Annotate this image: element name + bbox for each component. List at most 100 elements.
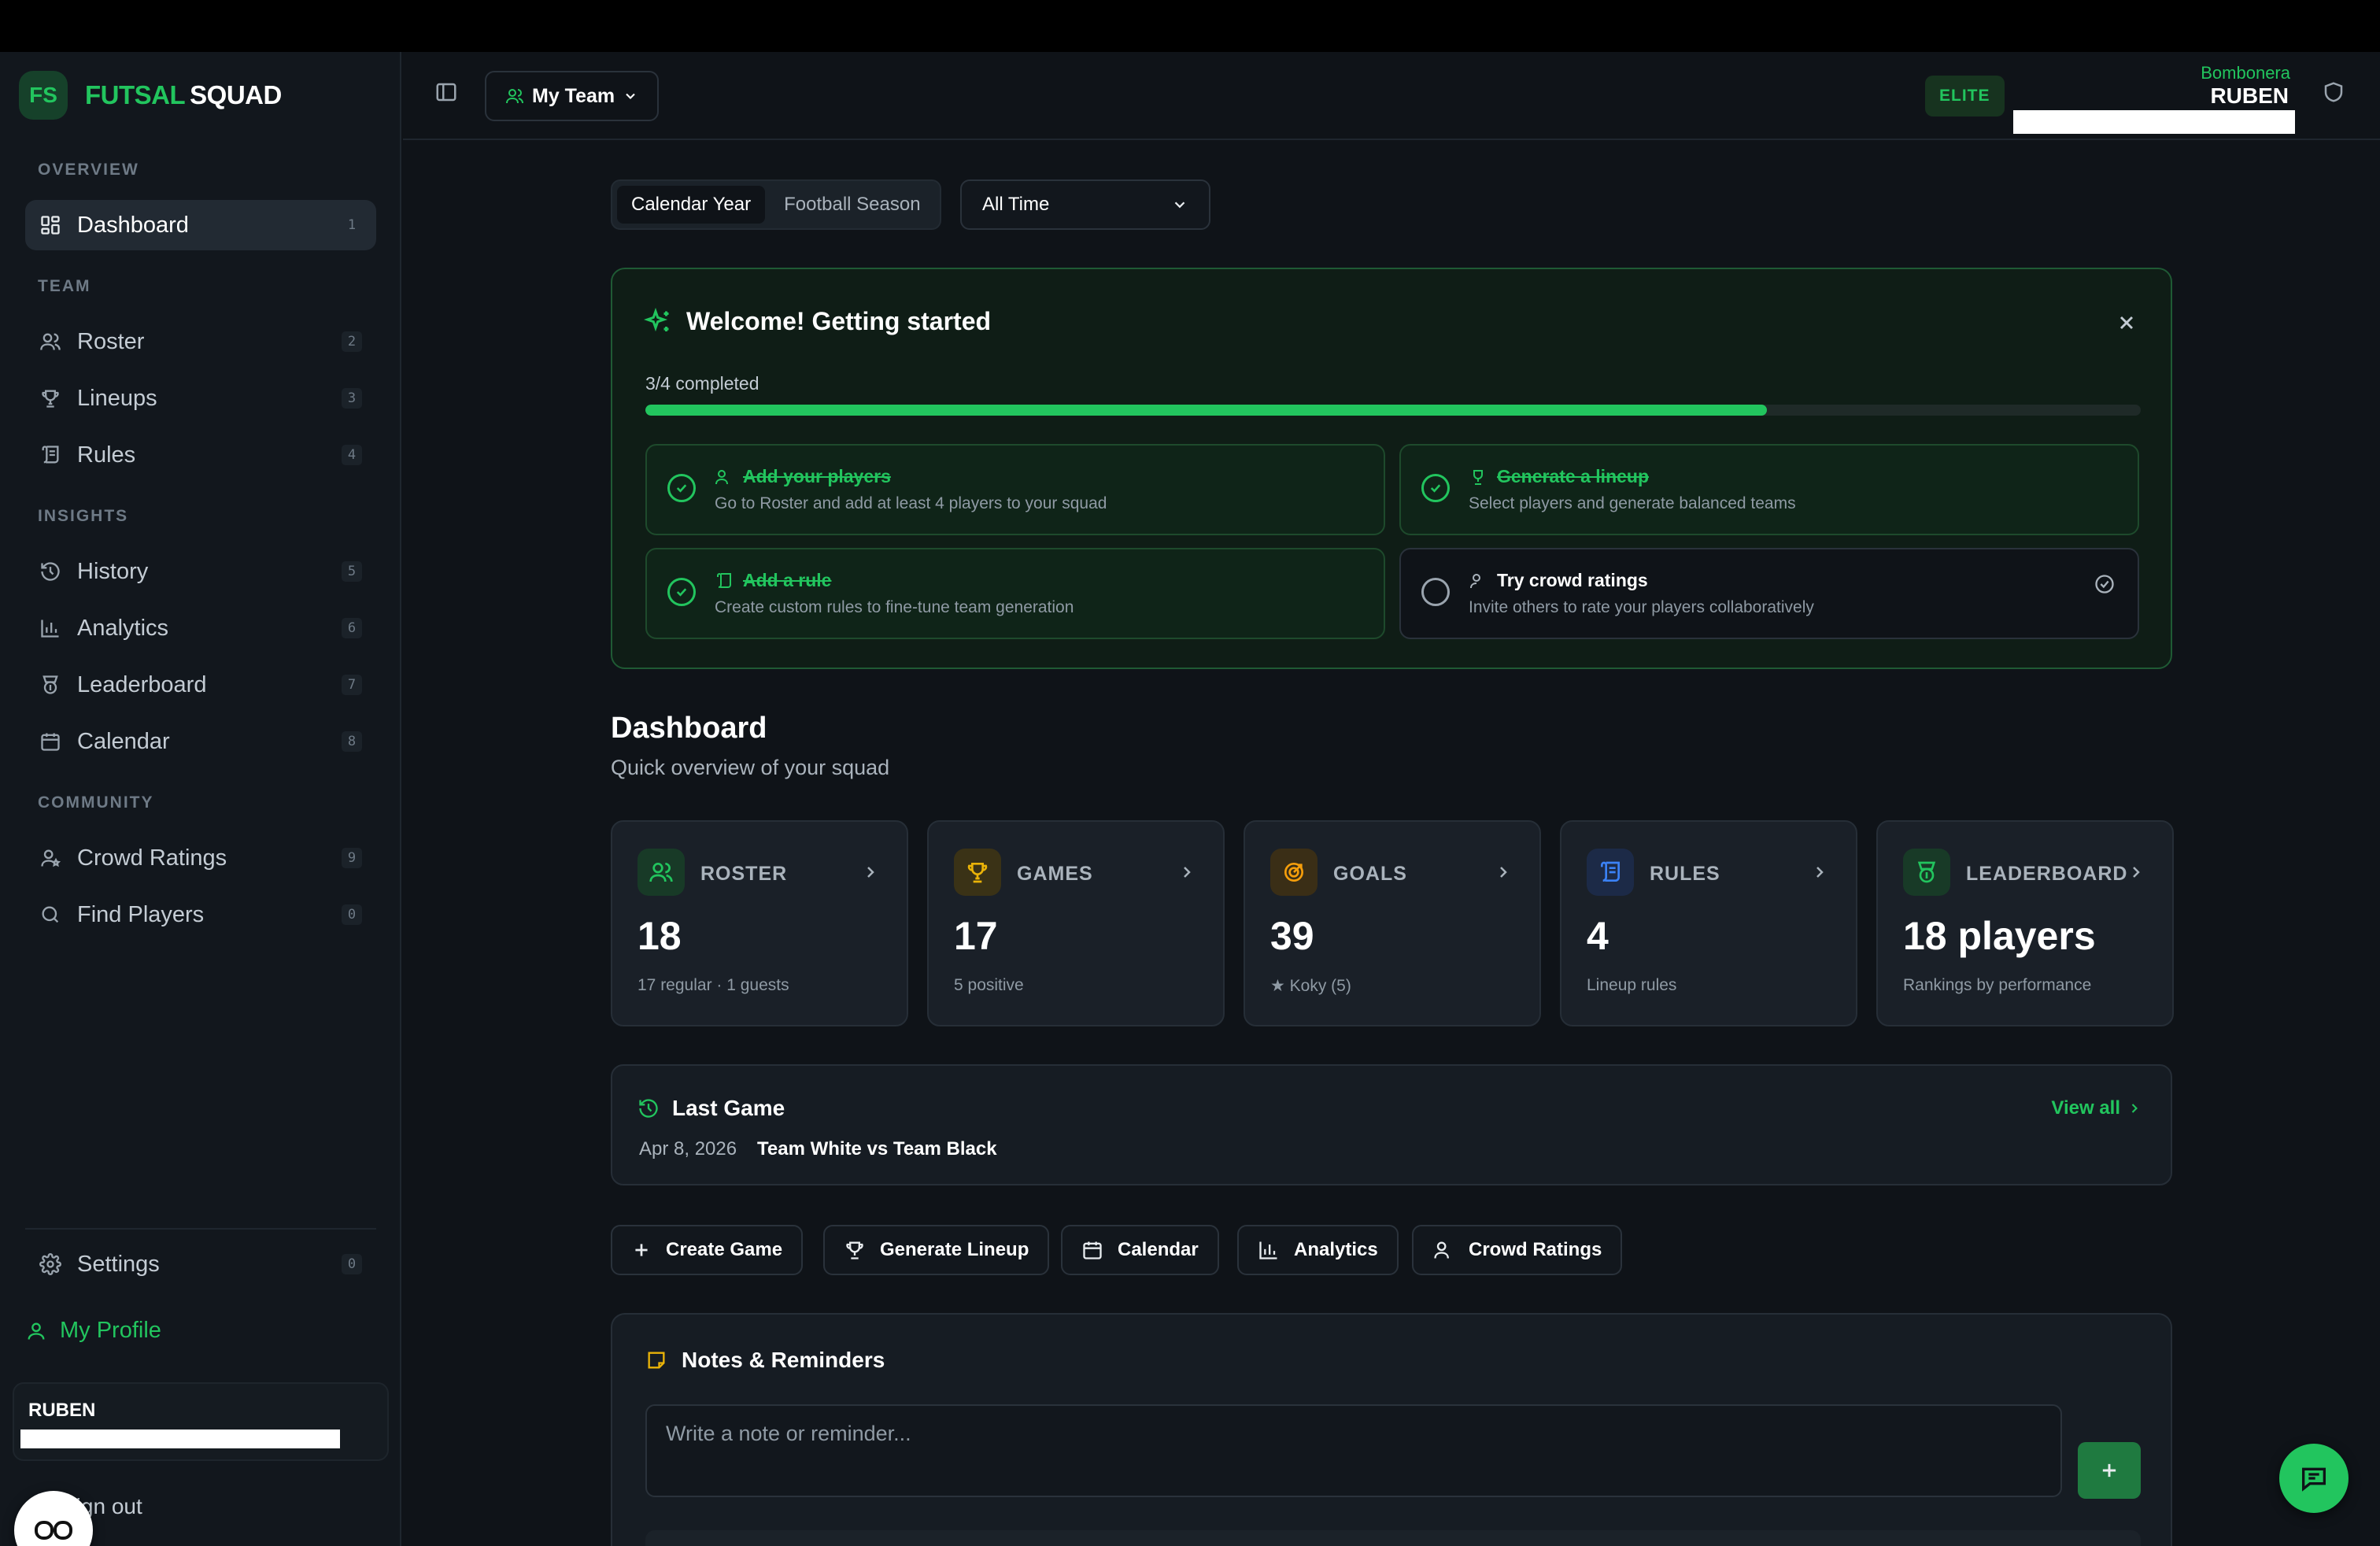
sidebar-toggle-icon[interactable] [434, 80, 458, 104]
task-title: Add your players [743, 466, 891, 486]
task-title: Try crowd ratings [1497, 570, 1648, 590]
medal-icon [1903, 849, 1950, 896]
chat-icon [2298, 1463, 2330, 1494]
sparkles-icon [644, 307, 672, 336]
divider [25, 1228, 376, 1230]
card-label: RULES [1650, 863, 1720, 885]
section-community: COMMUNITY [38, 793, 154, 812]
user-card[interactable]: RUBEN [13, 1382, 389, 1461]
sidebar-item-crowd-ratings[interactable]: Crowd Ratings 9 [25, 833, 376, 883]
my-profile-label: My Profile [60, 1318, 161, 1343]
analytics-button[interactable]: Analytics [1237, 1225, 1399, 1275]
sidebar-item-history[interactable]: History 5 [25, 546, 376, 597]
sidebar-item-settings[interactable]: Settings 0 [25, 1239, 376, 1289]
sidebar-item-rules[interactable]: Rules 4 [25, 430, 376, 480]
sticky-note-icon [645, 1349, 667, 1371]
section-overview: OVERVIEW [38, 161, 139, 179]
task-description: Invite others to rate your players colla… [1469, 598, 1814, 616]
chevron-right-icon [1177, 863, 1196, 882]
medal-icon [38, 672, 63, 697]
task-description: Go to Roster and add at least 4 players … [715, 494, 1107, 512]
task-crowd-ratings[interactable]: Try crowd ratings Invite others to rate … [1399, 548, 2139, 639]
brand-badge: FS [19, 71, 68, 120]
sidebar-item-label: Dashboard [77, 212, 189, 238]
check-icon [1421, 474, 1450, 502]
search-icon [38, 902, 63, 927]
brand-name: FUTSAL SQUAD [85, 80, 282, 109]
chat-button[interactable] [2279, 1444, 2349, 1513]
last-game-match: Team White vs Team Black [757, 1138, 997, 1160]
chevron-right-icon [1810, 863, 1829, 882]
stat-card-goals[interactable]: GOALS 39 ★ Koky (5) [1244, 820, 1541, 1026]
calendar-icon [38, 729, 63, 754]
header-user-name[interactable]: RUBEN [2210, 83, 2289, 109]
card-footnote: Lineup rules [1587, 976, 1677, 994]
sidebar-item-roster[interactable]: Roster 2 [25, 316, 376, 367]
add-note-button[interactable] [2078, 1442, 2141, 1499]
sidebar-item-leaderboard[interactable]: Leaderboard 7 [25, 660, 376, 710]
users-icon [505, 87, 524, 105]
shortcut-key: 9 [342, 848, 362, 868]
my-profile-link[interactable]: My Profile [25, 1318, 161, 1344]
last-game-title: Last Game [638, 1096, 785, 1121]
card-footnote: Rankings by performance [1903, 976, 2092, 994]
generate-lineup-button[interactable]: Generate Lineup [823, 1225, 1050, 1275]
sidebar-item-find-players[interactable]: Find Players 0 [25, 890, 376, 940]
card-value: 4 [1587, 914, 1609, 958]
shortcut-key: 6 [342, 618, 362, 638]
close-icon[interactable] [2116, 312, 2138, 334]
user-icon [25, 1320, 47, 1342]
glasses-icon [33, 1515, 74, 1546]
trophy-icon [844, 1239, 866, 1261]
crowd-ratings-button[interactable]: Crowd Ratings [1412, 1225, 1623, 1275]
sidebar-item-label: Analytics [77, 615, 169, 641]
range-select[interactable]: All Time [960, 179, 1210, 230]
create-game-button[interactable]: Create Game [611, 1225, 804, 1275]
chevron-down-icon [1171, 196, 1188, 213]
plus-icon [631, 1240, 652, 1260]
plan-badge: ELITE [1925, 76, 2005, 117]
calendar-button[interactable]: Calendar [1061, 1225, 1219, 1275]
progress-label: 3/4 completed [645, 373, 759, 394]
sidebar-item-lineups[interactable]: Lineups 3 [25, 373, 376, 423]
stat-card-rules[interactable]: RULES 4 Lineup rules [1560, 820, 1857, 1026]
stat-card-roster[interactable]: ROSTER 18 17 regular · 1 guests [611, 820, 908, 1026]
stat-card-leaderboard[interactable]: LEADERBOARD 18 players Rankings by perfo… [1876, 820, 2174, 1026]
stat-card-games[interactable]: GAMES 17 5 positive [927, 820, 1225, 1026]
getting-started-title: Welcome! Getting started [644, 307, 991, 336]
task-generate-lineup[interactable]: Generate a lineup Select players and gen… [1399, 444, 2139, 535]
os-top-bar [0, 0, 2380, 52]
user-star-icon [1432, 1239, 1454, 1261]
team-selector[interactable]: My Team [485, 71, 660, 121]
last-game-card[interactable]: Last Game View all Apr 8, 2026 Team Whit… [611, 1064, 2172, 1185]
task-add-rule[interactable]: Add a rule Create custom rules to fine-t… [645, 548, 1385, 639]
brand-logo[interactable]: FS FUTSAL SQUAD [19, 71, 282, 120]
chevron-down-icon [623, 88, 638, 104]
range-select-value: All Time [982, 194, 1050, 215]
shield-icon[interactable] [2322, 80, 2345, 104]
shortcut-key: 2 [342, 331, 362, 352]
sidebar-item-label: Find Players [77, 901, 205, 927]
note-input[interactable]: Write a note or reminder... [645, 1404, 2062, 1497]
chevron-right-icon [861, 863, 880, 882]
card-footnote: ★ Koky (5) [1270, 977, 1351, 995]
dashboard-icon [38, 213, 63, 238]
shortcut-key: 8 [342, 731, 362, 752]
card-label: LEADERBOARD [1966, 863, 2128, 885]
shortcut-key: 0 [342, 904, 362, 925]
top-header: My Team ELITE Bombonera RUBEN [403, 52, 2380, 140]
sidebar-item-dashboard[interactable]: Dashboard 1 [25, 200, 376, 250]
tab-football-season[interactable]: Football Season [770, 186, 934, 224]
sidebar-item-calendar[interactable]: Calendar 8 [25, 716, 376, 767]
view-all-link[interactable]: View all [2051, 1097, 2142, 1119]
sidebar-item-analytics[interactable]: Analytics 6 [25, 603, 376, 653]
shortcut-key: 4 [342, 445, 362, 465]
card-value: 39 [1270, 914, 1314, 958]
circle-check-icon[interactable] [2094, 573, 2116, 595]
tab-calendar-year[interactable]: Calendar Year [617, 186, 766, 224]
progress-fill [645, 405, 1767, 416]
task-title: Generate a lineup [1497, 466, 1650, 486]
getting-started-panel: Welcome! Getting started 3/4 completed A… [611, 268, 2172, 669]
task-add-players[interactable]: Add your players Go to Roster and add at… [645, 444, 1385, 535]
check-icon [667, 578, 696, 606]
